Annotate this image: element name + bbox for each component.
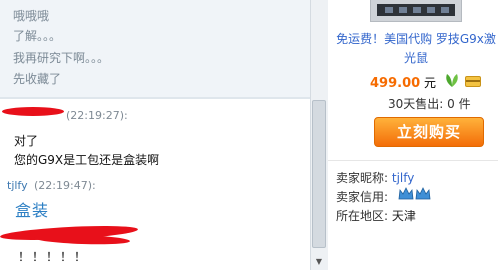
seller-label: 卖家昵称: <box>336 171 389 185</box>
seller-credit-label: 卖家信用: <box>336 190 389 204</box>
redacted-sender-name <box>2 107 64 116</box>
product-title-link[interactable]: 免运费！美国代购 罗技G9x激光鼠 <box>336 30 496 68</box>
product-image-graphic <box>377 4 455 16</box>
message-text: 对了 <box>14 134 39 148</box>
product-thumbnail[interactable] <box>370 0 462 22</box>
history-line: 哦哦哦 <box>13 9 50 23</box>
message-text: 您的G9X是工包还是盒装啊 <box>14 153 160 167</box>
leaf-badge-icon <box>446 74 458 87</box>
redacted-sender-header <box>33 233 131 246</box>
seller-region-row: 所在地区: 天津 <box>336 207 416 224</box>
product-panel: 免运费！美国代购 罗技G9x激光鼠 499.00 元 30天售出: 0 件 立刻… <box>328 0 498 270</box>
scroll-down-arrow-icon[interactable]: ▼ <box>313 256 325 268</box>
region-value: 天津 <box>391 209 416 223</box>
history-line: 先收藏了 <box>13 72 62 86</box>
crown-rating-icon <box>415 187 431 200</box>
message-timestamp: (22:19:27): <box>66 109 128 122</box>
history-line: 了解。。。 <box>13 29 62 43</box>
price-row: 499.00 元 <box>370 74 436 91</box>
buy-now-button[interactable]: 立刻购买 <box>374 117 484 147</box>
message-text: 盒装 <box>15 201 50 220</box>
section-divider <box>328 160 498 161</box>
credit-card-icon <box>465 76 481 87</box>
region-label: 所在地区: <box>336 209 389 223</box>
sold-count: 0 件 <box>447 97 471 111</box>
message-timestamp: (22:19:47): <box>34 179 96 192</box>
seller-nickname-link[interactable]: tjlfy <box>392 171 415 185</box>
product-price: 499.00 <box>370 76 421 91</box>
seller-credit-row: 卖家信用: <box>336 188 388 205</box>
history-line: 我再研究下啊。。。 <box>13 51 110 65</box>
price-unit: 元 <box>424 76 437 90</box>
message-text: ！！！！！ <box>18 250 89 264</box>
chat-panel: 哦哦哦 了解。。。 我再研究下啊。。。 先收藏了 (22:19:27): 对了 … <box>0 0 328 270</box>
chat-scrollbar-thumb[interactable] <box>312 100 326 248</box>
crown-rating-icon <box>398 187 414 200</box>
seller-nickname-row: 卖家昵称: tjlfy <box>336 169 414 186</box>
sold-label: 30天售出: <box>388 97 444 111</box>
sales-count: 30天售出: 0 件 <box>388 95 471 112</box>
message-sender-name: tjlfy <box>7 179 28 192</box>
chat-history-area: 哦哦哦 了解。。。 我再研究下啊。。。 先收藏了 <box>0 0 310 98</box>
chat-message-area: (22:19:27): 对了 您的G9X是工包还是盒装啊 tjlfy (22:1… <box>0 99 310 270</box>
